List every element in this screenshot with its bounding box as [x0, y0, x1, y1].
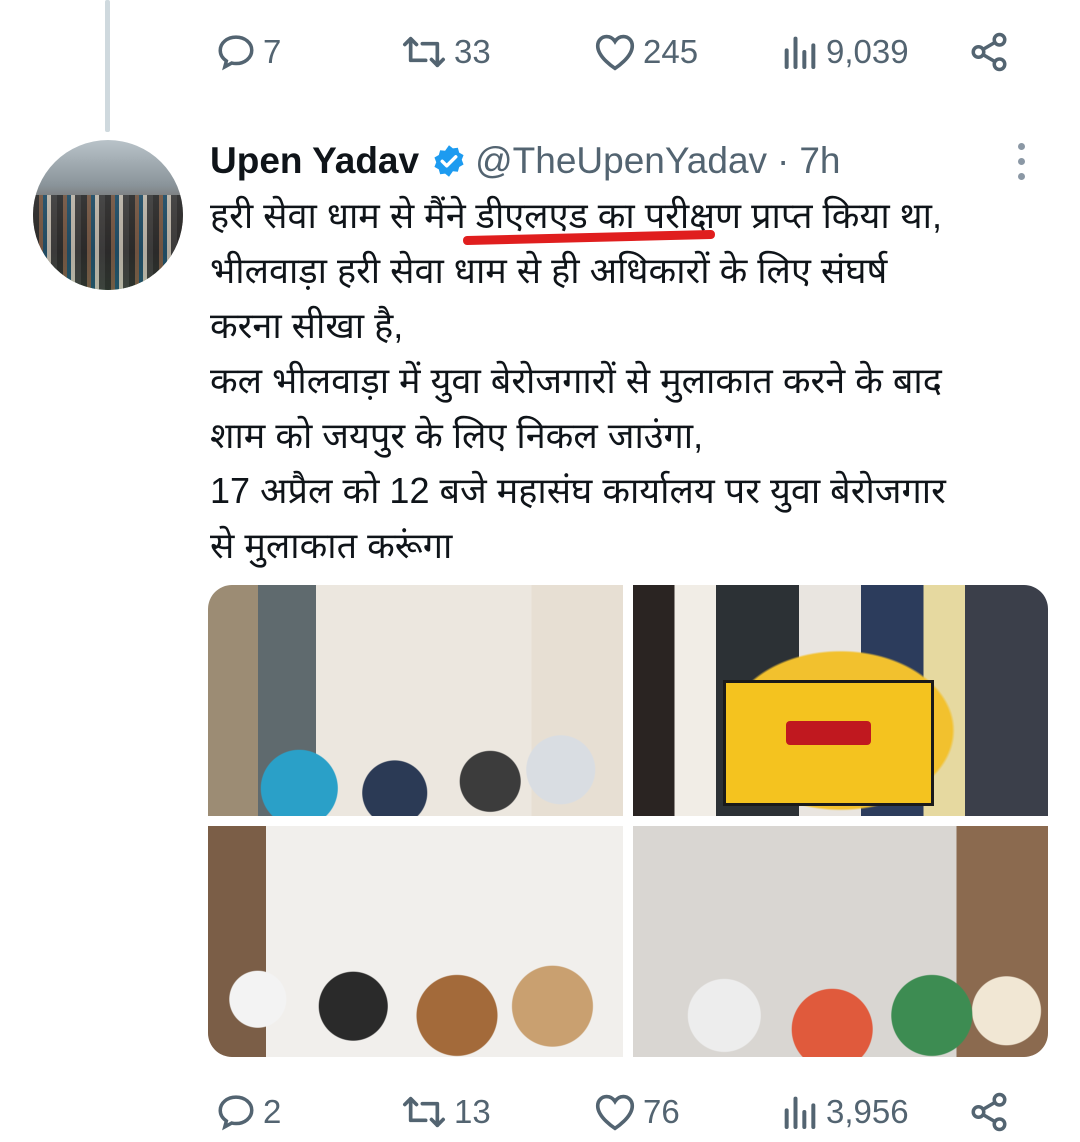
retweet-icon [403, 1096, 445, 1128]
tweet-line: कल भीलवाड़ा में युवा बेरोजगारों से मुलाक… [210, 360, 942, 401]
tweet-line: 17 अप्रैल को 12 बजे महासंघ कार्यालय पर य… [210, 470, 946, 511]
views-chart-icon [784, 36, 816, 69]
share-icon [971, 1092, 1007, 1132]
tweet-text: हरी सेवा धाम से मैंने डीएलएड का परीक्षण … [210, 188, 1050, 573]
verified-badge-icon [434, 145, 464, 177]
reply-button[interactable]: 2 [215, 1091, 281, 1133]
photo-meeting-room[interactable] [208, 585, 623, 816]
tweet-header: Upen Yadav @TheUpenYadav · 7h [210, 138, 841, 184]
like-button[interactable]: 76 [593, 1092, 680, 1132]
photo-banner-group[interactable] [633, 585, 1048, 816]
reply-count: 7 [263, 33, 282, 70]
share-button[interactable] [968, 1091, 1010, 1133]
reply-icon [218, 35, 254, 71]
photo-selfie-group[interactable] [208, 826, 623, 1057]
share-icon [971, 32, 1007, 72]
previous-tweet-action-bar: 7 33 245 9,039 [210, 22, 1040, 82]
heart-icon [595, 34, 635, 71]
reply-icon [218, 1095, 254, 1131]
media-grid [208, 585, 1048, 1057]
thread-connector-line [105, 0, 110, 132]
author-handle[interactable]: @TheUpenYadav [475, 140, 767, 182]
more-options-button[interactable] [1016, 143, 1028, 181]
heart-icon [595, 1094, 635, 1131]
avatar[interactable] [33, 140, 183, 290]
tweet-timestamp[interactable]: 7h [799, 140, 840, 182]
tweet-action-bar: 2 13 76 3,956 [210, 1082, 1040, 1142]
views-button[interactable]: 3,956 [780, 1092, 909, 1132]
retweet-button[interactable]: 33 [400, 32, 491, 72]
tweet-line: करना सीखा है, [210, 305, 404, 346]
like-button[interactable]: 245 [593, 32, 698, 72]
share-button[interactable] [968, 31, 1010, 73]
views-button[interactable]: 9,039 [780, 32, 909, 72]
tweet-line: से मुलाकात करूंगा [210, 525, 453, 566]
views-count: 9,039 [826, 33, 909, 70]
tweet-line: भीलवाड़ा हरी सेवा धाम से ही अधिकारों के … [210, 250, 888, 291]
header-separator: · [777, 140, 790, 181]
like-count: 245 [643, 33, 699, 70]
retweet-button[interactable]: 13 [400, 1092, 491, 1132]
author-name[interactable]: Upen Yadav [210, 140, 419, 182]
retweet-count: 13 [454, 1093, 491, 1130]
reply-count: 2 [263, 1093, 282, 1130]
views-chart-icon [784, 1096, 816, 1129]
tweet-line: शाम को जयपुर के लिए निकल जाउंगा, [210, 415, 704, 456]
like-count: 76 [643, 1093, 680, 1130]
views-count: 3,956 [826, 1093, 909, 1130]
retweet-count: 33 [454, 33, 491, 70]
photo-crowd-room[interactable] [633, 826, 1048, 1057]
reply-button[interactable]: 7 [215, 31, 281, 73]
retweet-icon [403, 36, 445, 68]
